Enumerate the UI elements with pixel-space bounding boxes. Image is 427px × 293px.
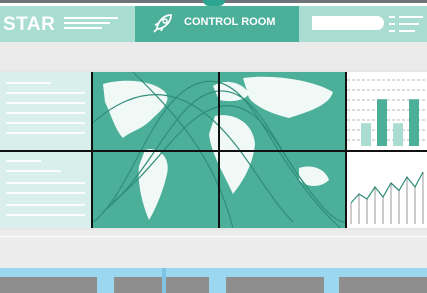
data-panel-top-left	[0, 72, 91, 150]
line-series	[350, 171, 424, 204]
bar-4	[409, 99, 419, 146]
data-panel-bottom-left	[0, 152, 91, 228]
header-status-bar	[312, 16, 384, 30]
operator-desk	[339, 277, 427, 293]
menu-icon[interactable]	[389, 14, 423, 34]
rocket-icon	[153, 14, 172, 33]
operator-desk	[0, 277, 97, 293]
floor-line	[0, 236, 427, 237]
bar-2	[377, 99, 387, 146]
brand-title: STAR	[3, 14, 56, 35]
line-chart-panel	[347, 152, 427, 228]
ceiling-band	[0, 42, 427, 70]
line-chart	[350, 171, 424, 224]
bar-1	[361, 123, 371, 146]
bar-chart-panel	[347, 72, 427, 150]
bar-3	[393, 123, 403, 146]
desk-divider	[162, 268, 166, 293]
control-room-label: CONTROL ROOM	[184, 16, 276, 28]
brand-stripes	[64, 17, 118, 31]
operator-desk	[226, 277, 324, 293]
bar-chart	[347, 79, 427, 146]
